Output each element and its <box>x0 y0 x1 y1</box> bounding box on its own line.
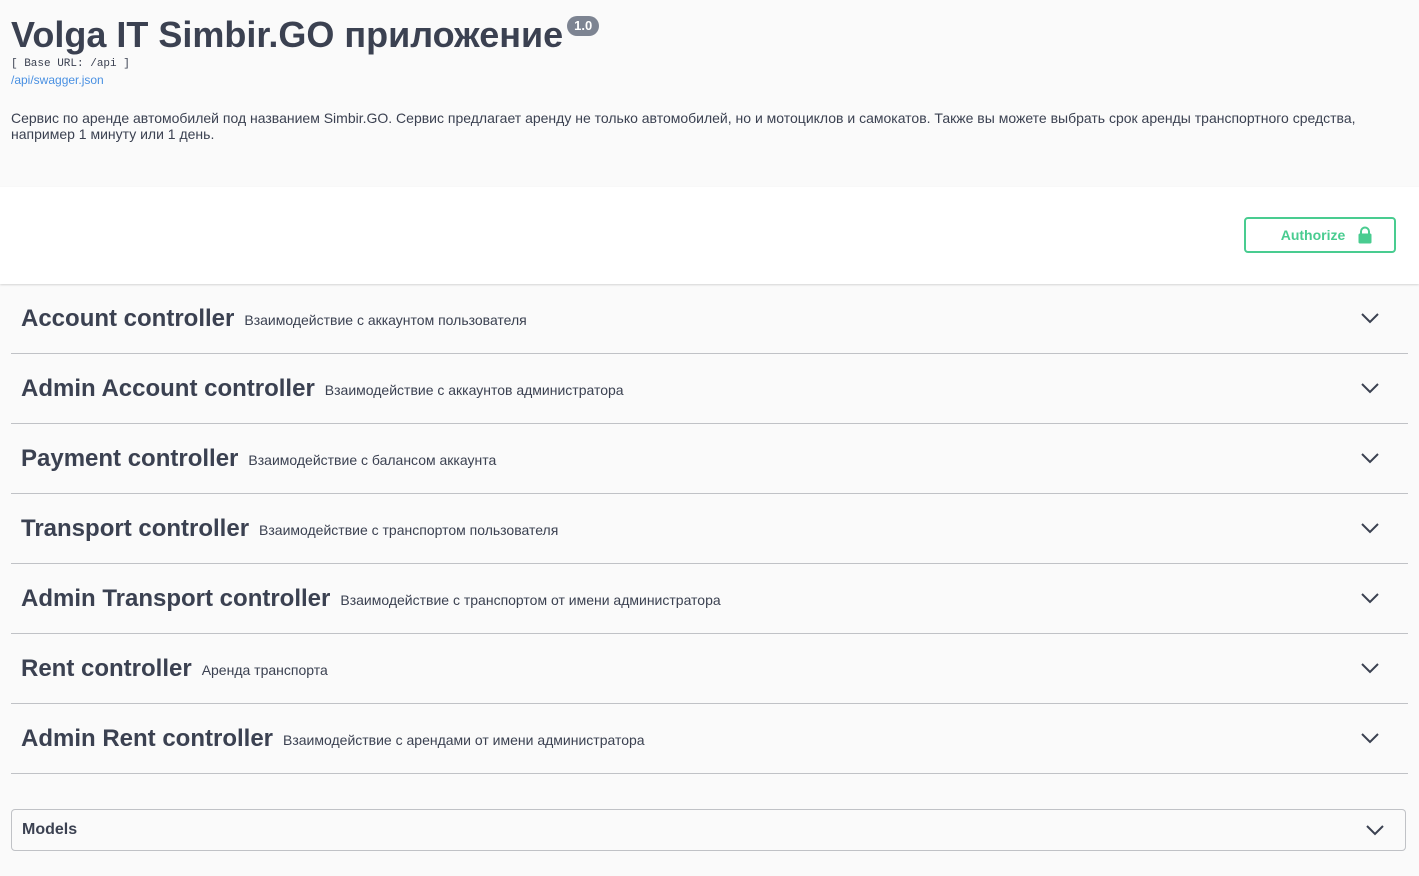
tag-description: Взаимодействие с балансом аккаунта <box>248 451 497 468</box>
chevron-down-icon[interactable] <box>1360 731 1380 745</box>
version-badge: 1.0 <box>567 16 600 36</box>
tag-description: Взаимодействие с транспортом от имени ад… <box>340 591 721 608</box>
title-row: Volga IT Simbir.GO приложение 1.0 <box>11 14 1408 56</box>
models-title: Models <box>22 821 78 838</box>
tag-account-controller[interactable]: Account controller Взаимодействие с акка… <box>11 284 1408 354</box>
tag-admin-rent-controller[interactable]: Admin Rent controller Взаимодействие с а… <box>11 704 1408 774</box>
tag-transport-controller[interactable]: Transport controller Взаимодействие с тр… <box>11 494 1408 564</box>
chevron-down-icon[interactable] <box>1360 591 1380 605</box>
tag-name: Admin Transport controller <box>21 584 331 612</box>
tag-description: Взаимодействие с аккаунтов администратор… <box>324 381 624 398</box>
authorize-label: Authorize <box>1280 227 1346 243</box>
tag-description: Взаимодействие с арендами от имени админ… <box>283 731 645 748</box>
spec-link[interactable]: /api/swagger.json <box>11 73 104 87</box>
tag-list: Account controller Взаимодействие с акка… <box>0 284 1419 774</box>
tag-description: Взаимодействие с транспортом пользовател… <box>259 521 559 538</box>
tag-name: Payment controller <box>21 444 239 472</box>
chevron-down-icon[interactable] <box>1360 311 1380 325</box>
tag-rent-controller[interactable]: Rent controller Аренда транспорта <box>11 634 1408 704</box>
tag-name: Admin Account controller <box>21 374 315 402</box>
scheme-container: Authorize <box>0 187 1419 284</box>
info-section: Volga IT Simbir.GO приложение 1.0 [ Base… <box>0 0 1419 187</box>
api-description: Сервис по аренде автомобилей под названи… <box>11 110 1356 142</box>
page-title: Volga IT Simbir.GO приложение <box>11 14 564 55</box>
lock-icon <box>1358 226 1372 244</box>
chevron-down-icon[interactable] <box>1360 451 1380 465</box>
tag-admin-account-controller[interactable]: Admin Account controller Взаимодействие … <box>11 354 1408 424</box>
tag-admin-transport-controller[interactable]: Admin Transport controller Взаимодействи… <box>11 564 1408 634</box>
models-section[interactable]: Models <box>11 809 1406 851</box>
authorize-button[interactable]: Authorize <box>1244 217 1396 253</box>
tag-payment-controller[interactable]: Payment controller Взаимодействие с бала… <box>11 424 1408 494</box>
chevron-down-icon[interactable] <box>1360 521 1380 535</box>
chevron-down-icon[interactable] <box>1360 661 1380 675</box>
tag-name: Account controller <box>21 304 235 332</box>
tag-name: Rent controller <box>21 654 192 682</box>
tag-description: Взаимодействие с аккаунтом пользователя <box>244 311 527 328</box>
tag-name: Transport controller <box>21 514 250 542</box>
tag-name: Admin Rent controller <box>21 724 274 752</box>
tag-description: Аренда транспорта <box>201 661 328 678</box>
chevron-down-icon[interactable] <box>1360 381 1380 395</box>
base-url: [ Base URL: /api ] <box>11 58 130 70</box>
chevron-down-icon[interactable] <box>1365 823 1385 837</box>
